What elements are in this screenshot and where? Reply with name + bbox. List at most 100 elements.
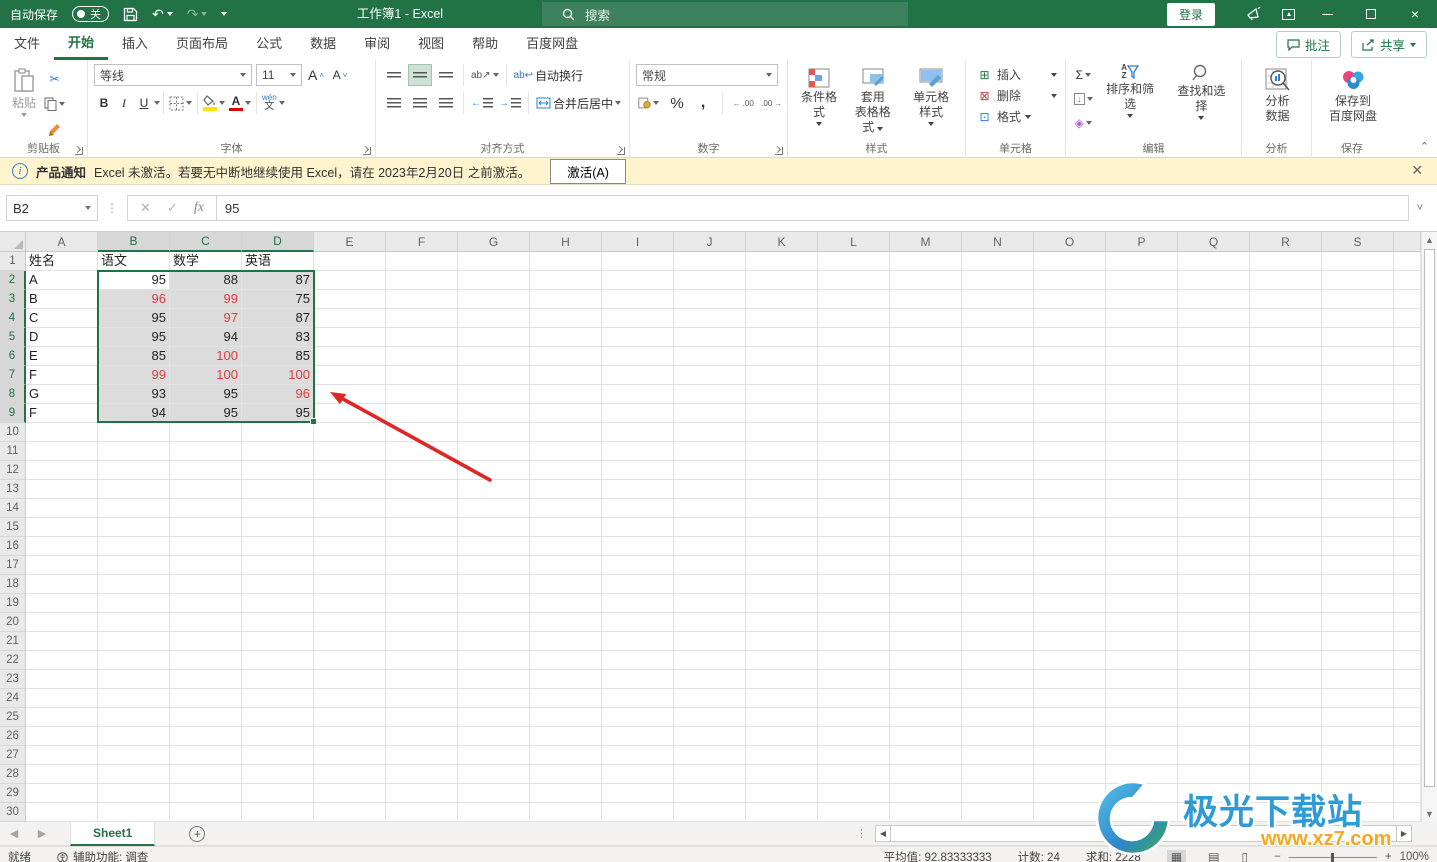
cell-R2[interactable] — [1250, 271, 1322, 290]
cell-R14[interactable] — [1250, 499, 1322, 518]
scroll-left-icon[interactable]: ◀ — [875, 825, 891, 842]
cell-C14[interactable] — [170, 499, 242, 518]
cell-B24[interactable] — [98, 689, 170, 708]
cell-L30[interactable] — [818, 803, 890, 822]
cell-Q25[interactable] — [1178, 708, 1250, 727]
qat-customize-button[interactable] — [221, 12, 227, 16]
fill-color-button[interactable] — [201, 92, 227, 114]
cell-B28[interactable] — [98, 765, 170, 784]
cell-B25[interactable] — [98, 708, 170, 727]
cell-H16[interactable] — [530, 537, 602, 556]
cell-S28[interactable] — [1322, 765, 1394, 784]
cell-O1[interactable] — [1034, 252, 1106, 271]
align-left-button[interactable] — [382, 92, 406, 114]
tab-page-layout[interactable]: 页面布局 — [162, 28, 242, 60]
cell-C1[interactable]: 数学 — [170, 252, 242, 271]
cell-J19[interactable] — [674, 594, 746, 613]
cell-S24[interactable] — [1322, 689, 1394, 708]
cell-B1[interactable]: 语文 — [98, 252, 170, 271]
cell-A9[interactable]: F — [26, 404, 98, 423]
cell-C20[interactable] — [170, 613, 242, 632]
cell-E23[interactable] — [314, 670, 386, 689]
cell-L17[interactable] — [818, 556, 890, 575]
column-header-K[interactable]: K — [746, 232, 818, 252]
cell-M4[interactable] — [890, 309, 962, 328]
cell-E15[interactable] — [314, 518, 386, 537]
cell-Q10[interactable] — [1178, 423, 1250, 442]
cell-M29[interactable] — [890, 784, 962, 803]
cell-F5[interactable] — [386, 328, 458, 347]
cell-H28[interactable] — [530, 765, 602, 784]
cell-N16[interactable] — [962, 537, 1034, 556]
cell-partial-8[interactable] — [1394, 385, 1421, 404]
tab-insert[interactable]: 插入 — [108, 28, 162, 60]
cell-R25[interactable] — [1250, 708, 1322, 727]
cell-O26[interactable] — [1034, 727, 1106, 746]
cell-P6[interactable] — [1106, 347, 1178, 366]
comments-button[interactable]: 批注 — [1276, 31, 1341, 58]
cell-Q14[interactable] — [1178, 499, 1250, 518]
cell-R22[interactable] — [1250, 651, 1322, 670]
cell-L2[interactable] — [818, 271, 890, 290]
cell-B27[interactable] — [98, 746, 170, 765]
share-button[interactable]: 共享 — [1351, 31, 1427, 58]
cell-N3[interactable] — [962, 290, 1034, 309]
cell-B21[interactable] — [98, 632, 170, 651]
cell-P22[interactable] — [1106, 651, 1178, 670]
cell-G7[interactable] — [458, 366, 530, 385]
cell-partial-17[interactable] — [1394, 556, 1421, 575]
cell-D29[interactable] — [242, 784, 314, 803]
cell-R13[interactable] — [1250, 480, 1322, 499]
cell-Q11[interactable] — [1178, 442, 1250, 461]
cell-F24[interactable] — [386, 689, 458, 708]
cell-I2[interactable] — [602, 271, 674, 290]
cell-C28[interactable] — [170, 765, 242, 784]
paste-button[interactable]: 粘贴 — [6, 64, 42, 140]
scroll-right-icon[interactable]: ▶ — [1396, 825, 1412, 842]
cell-N27[interactable] — [962, 746, 1034, 765]
cell-A1[interactable]: 姓名 — [26, 252, 98, 271]
cell-N10[interactable] — [962, 423, 1034, 442]
cell-F18[interactable] — [386, 575, 458, 594]
cell-J26[interactable] — [674, 727, 746, 746]
cell-M9[interactable] — [890, 404, 962, 423]
cell-R19[interactable] — [1250, 594, 1322, 613]
cell-L19[interactable] — [818, 594, 890, 613]
cell-L7[interactable] — [818, 366, 890, 385]
clear-button[interactable]: ◈ — [1072, 112, 1095, 134]
cell-H2[interactable] — [530, 271, 602, 290]
cell-B14[interactable] — [98, 499, 170, 518]
cell-C16[interactable] — [170, 537, 242, 556]
cell-G19[interactable] — [458, 594, 530, 613]
column-header-O[interactable]: O — [1034, 232, 1106, 252]
cell-R11[interactable] — [1250, 442, 1322, 461]
cell-K12[interactable] — [746, 461, 818, 480]
cell-M3[interactable] — [890, 290, 962, 309]
cell-C5[interactable]: 94 — [170, 328, 242, 347]
cell-I14[interactable] — [602, 499, 674, 518]
sheet-nav-left-icon[interactable]: ◀ — [0, 827, 28, 840]
cell-H30[interactable] — [530, 803, 602, 822]
cell-H25[interactable] — [530, 708, 602, 727]
cell-C3[interactable]: 99 — [170, 290, 242, 309]
row-header-2[interactable]: 2 — [0, 271, 26, 290]
cell-Q15[interactable] — [1178, 518, 1250, 537]
cell-O22[interactable] — [1034, 651, 1106, 670]
italic-button[interactable]: I — [114, 92, 134, 114]
column-header-L[interactable]: L — [818, 232, 890, 252]
cell-F9[interactable] — [386, 404, 458, 423]
cell-N2[interactable] — [962, 271, 1034, 290]
cell-A4[interactable]: C — [26, 309, 98, 328]
cell-J7[interactable] — [674, 366, 746, 385]
cell-N28[interactable] — [962, 765, 1034, 784]
cell-F11[interactable] — [386, 442, 458, 461]
cell-D28[interactable] — [242, 765, 314, 784]
cell-J20[interactable] — [674, 613, 746, 632]
cell-K9[interactable] — [746, 404, 818, 423]
cell-J10[interactable] — [674, 423, 746, 442]
cell-partial-28[interactable] — [1394, 765, 1421, 784]
cell-I20[interactable] — [602, 613, 674, 632]
cell-P8[interactable] — [1106, 385, 1178, 404]
cell-R27[interactable] — [1250, 746, 1322, 765]
align-right-button[interactable] — [434, 92, 458, 114]
